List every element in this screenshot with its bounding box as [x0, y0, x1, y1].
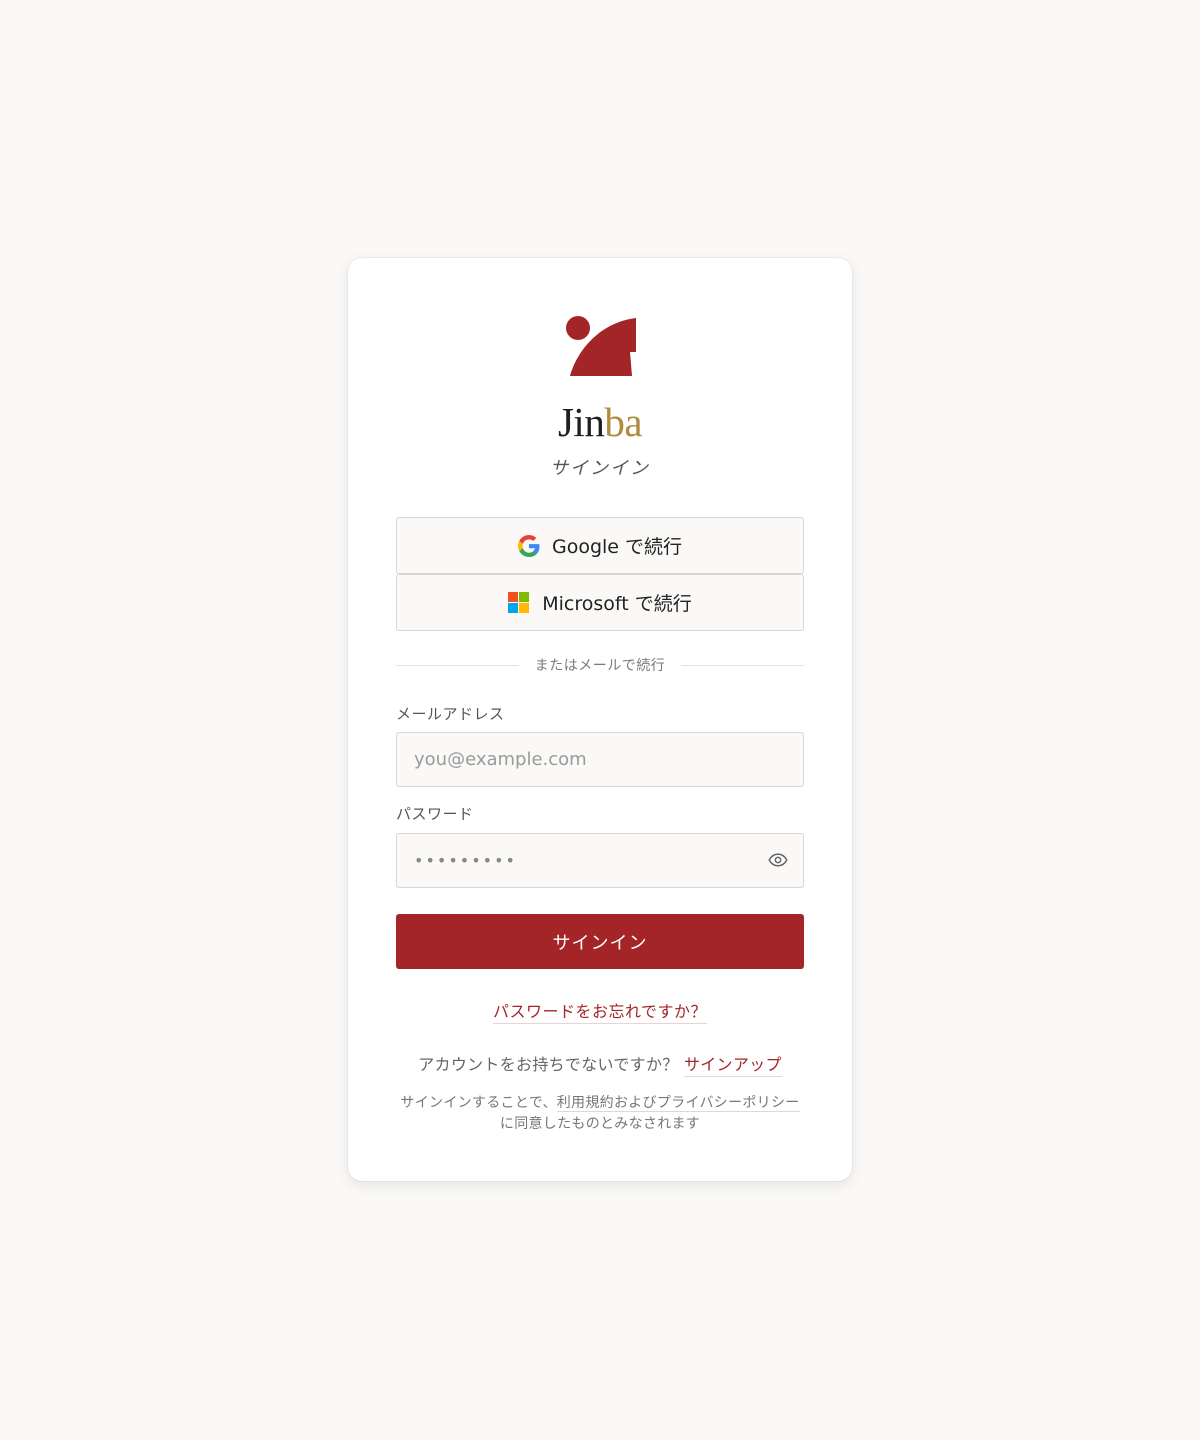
- email-field[interactable]: [396, 732, 804, 787]
- terms-prefix: サインインすることで、: [400, 1095, 557, 1111]
- brand-name: Jinba: [348, 398, 852, 446]
- signin-card: Jinba サインイン Google で続行 Microsoft で続行 または…: [348, 258, 852, 1181]
- divider-text: またはメールで続行: [534, 658, 666, 674]
- microsoft-icon: [508, 591, 530, 613]
- forgot-password-row: パスワードをお忘れですか？: [348, 998, 852, 1024]
- signin-button[interactable]: サインイン: [396, 914, 804, 969]
- or-divider: またはメールで続行: [396, 654, 804, 676]
- divider-line-right: [681, 664, 804, 666]
- jinba-logo-icon: [566, 316, 636, 376]
- forgot-password-link[interactable]: パスワードをお忘れですか？: [492, 1002, 708, 1024]
- divider-line-left: [396, 664, 519, 666]
- page-subtitle: サインイン: [550, 458, 650, 479]
- google-signin-label: Google で続行: [551, 536, 683, 558]
- email-label: メールアドレス: [396, 705, 505, 723]
- microsoft-signin-label: Microsoft で続行: [542, 593, 692, 615]
- brand-name-part1: Jin: [557, 399, 605, 445]
- eye-icon[interactable]: [767, 850, 789, 870]
- terms-notice: サインインすることで、利用規約およびプライバシーポリシーに同意したものとみなされ…: [400, 1093, 800, 1135]
- terms-privacy-link[interactable]: 利用規約およびプライバシーポリシー: [556, 1095, 800, 1112]
- signup-row: アカウントをお持ちでないですか？ サインアップ: [348, 1051, 852, 1077]
- google-icon: [517, 534, 540, 557]
- password-field[interactable]: [396, 833, 804, 888]
- google-signin-button[interactable]: Google で続行: [396, 517, 804, 574]
- signup-prompt: アカウントをお持ちでないですか？: [418, 1055, 679, 1074]
- password-label: パスワード: [396, 805, 474, 823]
- microsoft-signin-button[interactable]: Microsoft で続行: [396, 574, 804, 631]
- brand-name-part2: ba: [604, 399, 643, 445]
- terms-suffix: に同意したものとみなされます: [499, 1116, 701, 1132]
- signup-link[interactable]: サインアップ: [683, 1055, 782, 1077]
